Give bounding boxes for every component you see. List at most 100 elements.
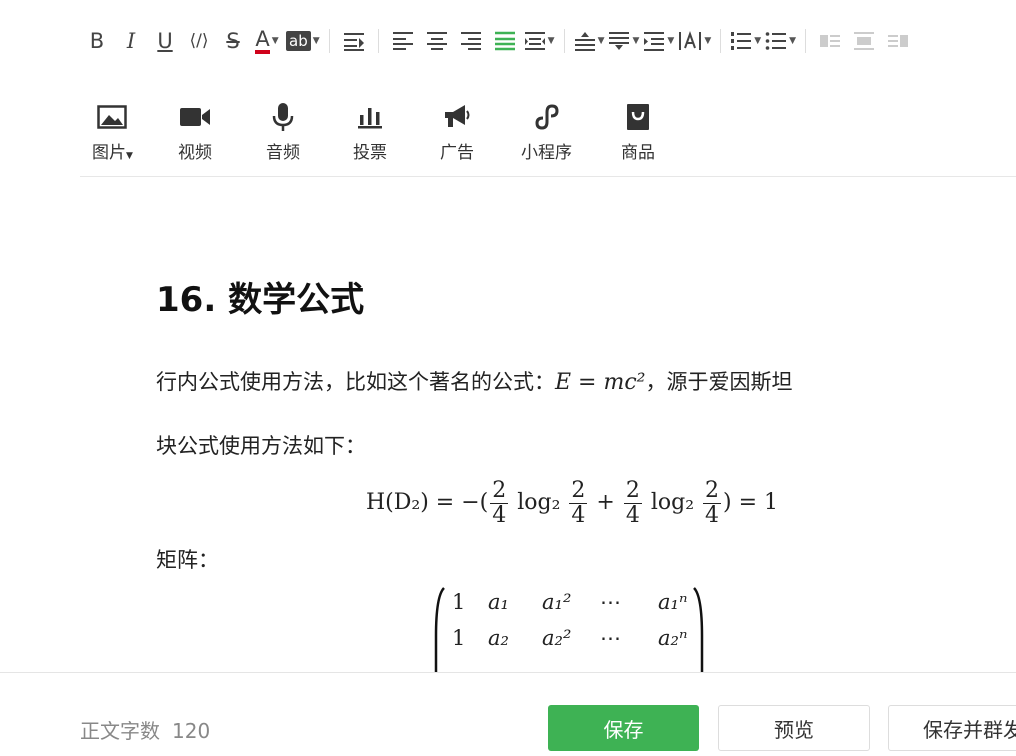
chevron-down-icon: ▼	[126, 151, 133, 161]
matrix-cell: a₁	[488, 590, 509, 614]
align-left-button[interactable]	[388, 26, 418, 56]
align-distribute-button[interactable]: ▼	[524, 26, 555, 56]
paragraph-spacing-before-button[interactable]: ▼	[574, 26, 604, 56]
toolbar-divider	[805, 29, 807, 53]
ordered-list-button[interactable]: ▼	[730, 26, 761, 56]
align-justify-icon	[494, 31, 515, 51]
insert-miniprogram-label: 小程序	[521, 143, 572, 163]
matrix: 1 a₁ a₁² ⋯ a₁ⁿ 1 a₂ a₂² ⋯ a₂ⁿ	[434, 586, 706, 672]
insert-audio-button[interactable]: 音频	[266, 102, 300, 163]
insert-ad-label: 广告	[440, 143, 474, 163]
insert-vote-button[interactable]: 投票	[353, 102, 387, 163]
line-height-button[interactable]: ▼	[643, 26, 674, 56]
microphone-icon	[272, 103, 294, 131]
matrix-cell: a₁²	[542, 590, 572, 614]
fraction: 24	[490, 478, 509, 528]
spacing-before-icon	[574, 32, 595, 51]
chevron-down-icon: ▼	[789, 36, 797, 46]
paragraph-spacing-after-button[interactable]: ▼	[608, 26, 639, 56]
toolbar-divider	[563, 29, 565, 53]
insert-vote-label: 投票	[353, 143, 387, 163]
ordered-list-icon	[731, 32, 752, 50]
highlight-button[interactable]: ab ▼	[286, 26, 320, 56]
formula-text: ) = 1	[723, 490, 779, 516]
align-right-button[interactable]	[456, 26, 486, 56]
paragraph-text: 行内公式使用方法，比如这个著名的公式：	[156, 370, 555, 394]
float-left-icon	[820, 35, 841, 47]
block-formula-intro: 块公式使用方法如下：	[156, 434, 366, 458]
save-and-publish-button[interactable]: 保存并群发	[888, 705, 1016, 751]
fraction-numerator: 2	[490, 478, 509, 504]
insert-video-button[interactable]: 视频	[178, 102, 212, 163]
insert-image-button[interactable]: 图片▼	[92, 102, 133, 163]
fraction-denominator: 4	[492, 502, 507, 528]
video-camera-icon	[180, 108, 210, 126]
editor-footer: 正文字数 120 保存 预览 保存并群发	[0, 672, 1016, 756]
float-center-button[interactable]	[849, 26, 879, 56]
indent-first-line-button[interactable]	[339, 26, 369, 56]
formula-text: log₂	[510, 490, 568, 516]
chevron-down-icon: ▼	[704, 36, 712, 46]
formula-text: log₂	[643, 490, 702, 516]
image-icon	[97, 105, 128, 129]
insert-ad-button[interactable]: 广告	[440, 102, 474, 163]
shopping-bag-icon	[627, 104, 649, 130]
unordered-list-button[interactable]: ▼	[765, 26, 796, 56]
spacing-after-icon	[609, 32, 630, 50]
chevron-down-icon: ▼	[312, 36, 320, 46]
inline-formula: E = mc²	[555, 370, 646, 395]
insert-toolbar: 图片▼ 视频 音频 投票 广告 小程序 商品	[80, 96, 1016, 177]
word-count-value: 120	[172, 719, 211, 743]
align-distribute-icon	[524, 32, 545, 50]
editor-content[interactable]: 16. 数学公式 行内公式使用方法，比如这个著名的公式：E = mc²，源于爱因…	[156, 180, 1016, 672]
megaphone-icon	[445, 105, 470, 127]
unordered-list-icon	[765, 32, 787, 50]
matrix-cell: ⋯	[600, 626, 621, 650]
formula-text: +	[589, 490, 622, 516]
fraction-denominator: 4	[625, 502, 640, 528]
miniprogram-link-icon	[534, 104, 559, 130]
bold-button[interactable]: B	[82, 26, 112, 56]
align-justify-button[interactable]	[490, 26, 520, 56]
fraction-numerator: 2	[703, 478, 722, 504]
formula-text: H(D₂) = −(	[366, 490, 489, 516]
code-button[interactable]: ⟨/⟩	[184, 26, 214, 56]
font-color-button[interactable]: A ▼	[252, 26, 282, 56]
block-formula: H(D₂) = −(2 4 log₂ 24 + 24 log₂ 2 4) = 1	[366, 472, 778, 534]
matrix-cell: a₂ⁿ	[658, 626, 688, 650]
align-center-icon	[426, 32, 447, 50]
matrix-row: 1 a₂ a₂² ⋯ a₂ⁿ	[452, 626, 692, 662]
line-height-icon	[644, 32, 665, 51]
insert-product-label: 商品	[621, 143, 655, 163]
save-button[interactable]: 保存	[548, 705, 699, 751]
chevron-down-icon: ▼	[271, 36, 279, 46]
italic-button[interactable]: I	[116, 26, 146, 56]
chevron-down-icon: ▼	[667, 36, 675, 46]
float-left-button[interactable]	[815, 26, 845, 56]
inline-formula-paragraph: 行内公式使用方法，比如这个著名的公式：E = mc²，源于爱因斯坦	[156, 366, 792, 396]
fraction-denominator: 4	[705, 502, 720, 528]
matrix-cell: ⋯	[600, 590, 621, 614]
preview-button[interactable]: 预览	[718, 705, 870, 751]
toolbar-divider	[328, 29, 330, 53]
float-center-icon	[854, 32, 875, 50]
indent-first-line-icon	[343, 33, 364, 51]
align-right-icon	[460, 32, 481, 50]
underline-button[interactable]: U	[150, 26, 180, 56]
toolbar-divider	[377, 29, 379, 53]
align-left-icon	[392, 32, 413, 50]
fraction-numerator: 2	[569, 478, 588, 504]
insert-product-button[interactable]: 商品	[621, 102, 655, 163]
letter-spacing-icon	[679, 31, 702, 50]
strikethrough-button[interactable]: S	[218, 26, 248, 56]
paragraph-text: ，源于爱因斯坦	[645, 370, 793, 394]
letter-spacing-button[interactable]: ▼	[678, 26, 711, 56]
align-center-button[interactable]	[422, 26, 452, 56]
fraction: 24	[623, 479, 642, 528]
matrix-cell: 1	[452, 590, 466, 614]
matrix-cell: 1	[452, 626, 466, 650]
section-heading: 16. 数学公式	[156, 280, 365, 320]
fraction: 24	[569, 478, 588, 527]
float-right-button[interactable]	[883, 26, 913, 56]
insert-miniprogram-button[interactable]: 小程序	[521, 102, 572, 163]
